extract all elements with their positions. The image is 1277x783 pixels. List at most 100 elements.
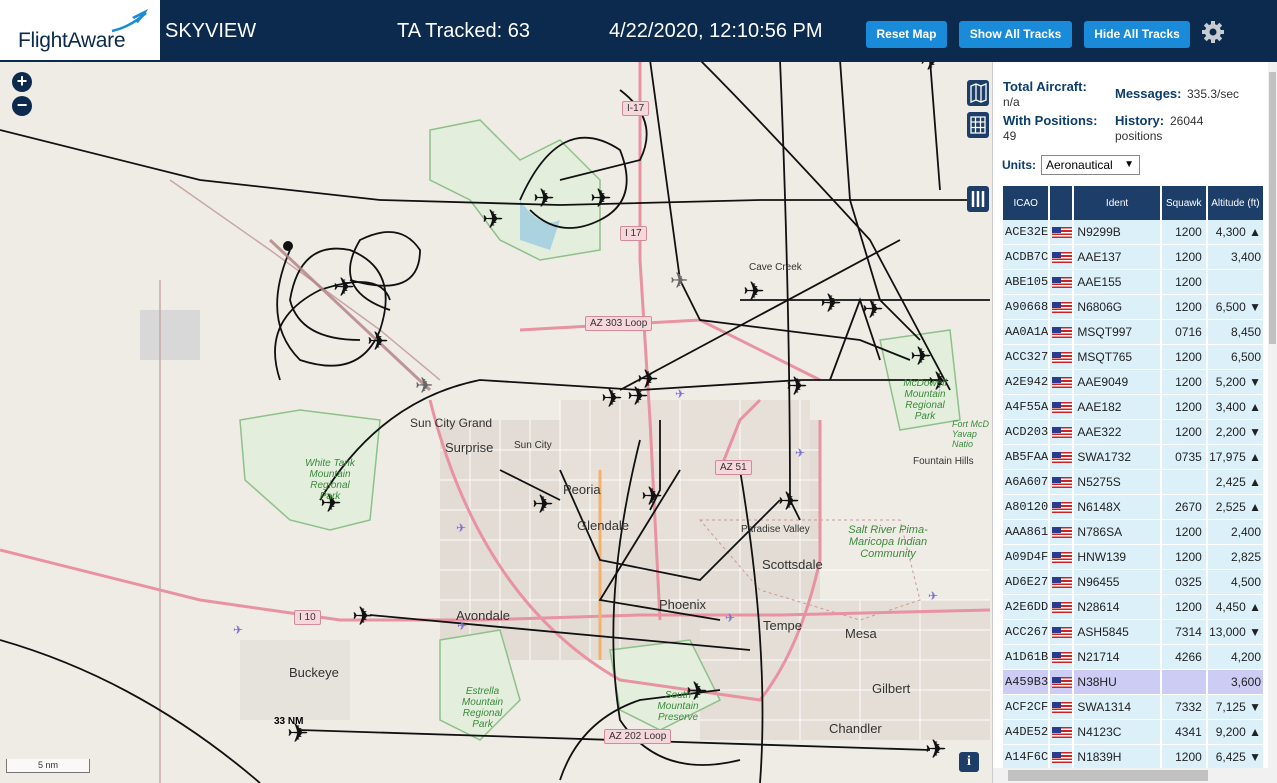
place-label: Buckeye (289, 665, 339, 680)
table-row[interactable]: ACC327 MSQT765 1200 6,500 (1003, 345, 1265, 370)
ident-cell: SWA1732 (1074, 445, 1162, 470)
zoom-out-button[interactable]: − (12, 96, 32, 116)
squawk-cell: 4341 (1161, 720, 1208, 745)
table-row[interactable]: A14F6C N1839H 1200 6,425 ▼ (1003, 745, 1265, 770)
aircraft-table: ICAO Ident Squawk Altitude (ft) ACE32E N9… (1003, 186, 1265, 770)
table-row[interactable]: AB5FAA SWA1732 0735 17,975 ▲ (1003, 445, 1265, 470)
column-header-flag[interactable] (1050, 186, 1075, 220)
place-label: Paradise Valley (741, 524, 810, 535)
altitude-cell: 5,200 ▼ (1207, 370, 1265, 395)
table-row[interactable]: ACE32E N9299B 1200 4,300 ▲ (1003, 220, 1265, 245)
flag-icon (1050, 245, 1075, 270)
logo-plane-icon (111, 9, 148, 33)
altitude-cell: 3,400 (1207, 245, 1265, 270)
icao-cell: A1D61B (1003, 645, 1051, 670)
zoom-in-button[interactable]: + (12, 72, 32, 92)
squawk-cell: 1200 (1161, 420, 1208, 445)
table-row[interactable]: A2E942 AAE9049 1200 5,200 ▼ (1003, 370, 1265, 395)
table-row[interactable]: AD6E27 N96455 0325 4,500 (1003, 570, 1265, 595)
svg-text:✈: ✈ (670, 268, 688, 293)
us-flag-icon (1052, 276, 1073, 288)
svg-text:✈: ✈ (675, 387, 685, 401)
scrollbar-thumb[interactable] (1269, 72, 1276, 344)
table-row[interactable]: ACD203 AAE322 1200 2,200 ▼ (1003, 420, 1265, 445)
place-label: Scottsdale (762, 557, 823, 572)
table-row[interactable]: ACF2CF SWA1314 7332 7,125 ▼ (1003, 695, 1265, 720)
table-row[interactable]: A4F55A AAE182 1200 3,400 ▲ (1003, 395, 1265, 420)
ident-cell: N4123C (1074, 720, 1162, 745)
ident-cell: N21714 (1074, 645, 1162, 670)
table-row[interactable]: A2E6DD N28614 1200 4,450 ▲ (1003, 595, 1265, 620)
grid-toggle-button[interactable] (967, 112, 989, 138)
ident-cell: N1839H (1074, 745, 1162, 770)
hide-all-tracks-button[interactable]: Hide All Tracks (1084, 21, 1190, 48)
icao-cell: ACDB7C (1003, 245, 1051, 270)
svg-text:✈: ✈ (233, 623, 243, 637)
column-header-icao[interactable]: ICAO (1003, 186, 1051, 220)
us-flag-icon (1052, 601, 1073, 613)
svg-text:✈: ✈ (925, 734, 947, 764)
svg-text:✈: ✈ (456, 521, 466, 535)
flag-icon (1050, 620, 1075, 645)
ident-cell: N6806G (1074, 295, 1162, 320)
table-row[interactable]: ABE105 AAE155 1200 (1003, 270, 1265, 295)
flightaware-logo[interactable]: FlightAware (0, 0, 160, 62)
horizontal-scrollbar-thumb[interactable] (1008, 770, 1208, 781)
ident-cell: AAE137 (1074, 245, 1162, 270)
table-row[interactable]: ACDB7C AAE137 1200 3,400 (1003, 245, 1265, 270)
show-all-tracks-button[interactable]: Show All Tracks (959, 21, 1072, 48)
flag-icon (1050, 495, 1075, 520)
table-row[interactable]: A09D4F HNW139 1200 2,825 (1003, 545, 1265, 570)
place-label: Fountain Hills (913, 456, 974, 467)
us-flag-icon (1052, 501, 1073, 513)
icao-cell: ACE32E (1003, 220, 1051, 245)
ident-cell: AAE155 (1074, 270, 1162, 295)
svg-text:✈: ✈ (862, 294, 884, 324)
info-button[interactable]: i (959, 752, 979, 772)
units-selected-value: Aeronautical (1046, 158, 1113, 172)
column-header-altitude[interactable]: Altitude (ft) (1207, 186, 1265, 220)
us-flag-icon (1052, 701, 1073, 713)
squawk-cell: 1200 (1161, 245, 1208, 270)
highway-shield: I-17 (622, 101, 650, 116)
altitude-cell: 3,400 ▲ (1207, 395, 1265, 420)
icao-cell: ACC267 (1003, 620, 1051, 645)
squawk-cell: 1200 (1161, 545, 1208, 570)
grid-icon (970, 116, 986, 134)
flag-icon (1050, 395, 1075, 420)
table-row[interactable]: AAA861 N786SA 1200 2,400 (1003, 520, 1265, 545)
gear-icon[interactable] (1199, 18, 1227, 46)
table-row[interactable]: ACC267 ASH5845 7314 13,000 ▼ (1003, 620, 1265, 645)
ident-cell: MSQT997 (1074, 320, 1162, 345)
total-aircraft-value: n/a (1003, 95, 1020, 109)
table-row[interactable]: A1D61B N21714 4266 4,200 (1003, 645, 1265, 670)
columns-toggle-button[interactable] (967, 186, 989, 212)
table-row[interactable]: A4DE52 N4123C 4341 9,200 ▲ (1003, 720, 1265, 745)
units-select[interactable]: Aeronautical ▼ (1041, 155, 1140, 175)
messages-label: Messages: (1115, 86, 1182, 101)
flag-icon (1050, 220, 1075, 245)
table-row[interactable]: AA0A1A MSQT997 0716 8,450 (1003, 320, 1265, 345)
map-layers-button[interactable] (967, 80, 989, 106)
scale-bar: 5 nm (6, 759, 90, 773)
squawk-cell: 1200 (1161, 345, 1208, 370)
svg-text:✈: ✈ (743, 276, 765, 306)
place-label: Gilbert (872, 681, 911, 696)
us-flag-icon (1052, 751, 1073, 763)
messages-value: 335.3/sec (1187, 87, 1240, 101)
column-header-ident[interactable]: Ident (1074, 186, 1162, 220)
reset-map-button[interactable]: Reset Map (866, 21, 947, 48)
column-header-squawk[interactable]: Squawk (1161, 186, 1208, 220)
place-label: Phoenix (659, 597, 706, 612)
table-row[interactable]: A90668 N6806G 1200 6,500 ▼ (1003, 295, 1265, 320)
svg-text:✈: ✈ (533, 183, 555, 213)
us-flag-icon (1052, 351, 1073, 363)
ident-cell: SWA1314 (1074, 695, 1162, 720)
table-row[interactable]: A80120 N6148X 2670 2,525 ▲ (1003, 495, 1265, 520)
map-view[interactable]: ✈ ✈ ✈ ✈ ✈ ✈ ✈ ✈ ✈ ✈ ✈ ✈ ✈ ✈ ✈ ✈ ✈ ✈ ✈ ✈ ✈ ✈ ✈ ✈ ✈ ✈ ✈ ✈ ✈ ✈… (0, 62, 992, 783)
table-row[interactable]: A459B3 N38HU 3,600 (1003, 670, 1265, 695)
table-row[interactable]: A6A607 N5275S 2,425 ▲ (1003, 470, 1265, 495)
svg-text:✈: ✈ (820, 288, 842, 318)
place-label: Peoria (563, 482, 601, 497)
us-flag-icon (1052, 551, 1073, 563)
